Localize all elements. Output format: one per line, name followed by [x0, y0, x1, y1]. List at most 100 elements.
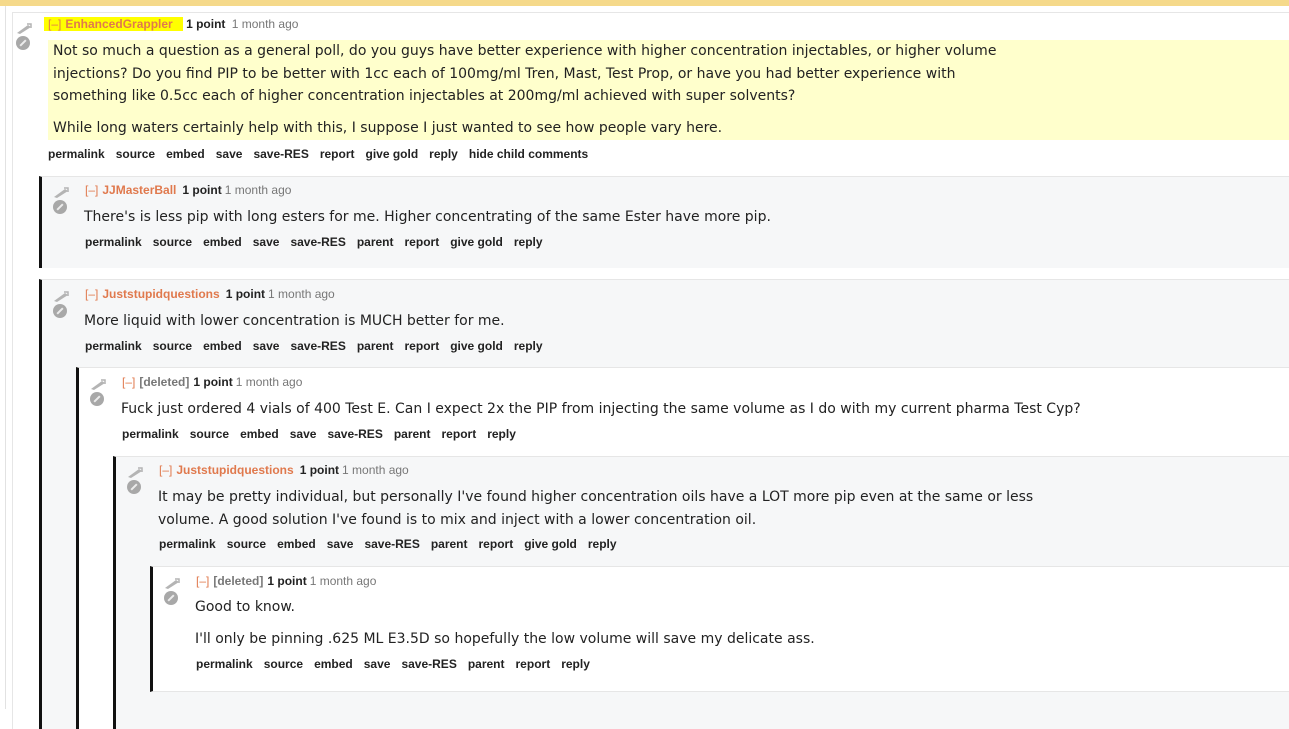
- comment-buttons: permalink source embed save save-RES parent re…: [122, 427, 527, 441]
- comment-body: Not so much a question as a general poll…: [48, 40, 1289, 140]
- upvote-icon[interactable]: [53, 187, 69, 198]
- save-button[interactable]: save: [216, 147, 243, 161]
- reply-button[interactable]: reply: [561, 657, 590, 671]
- comment-buttons: permalink source embed save save-RES parent re…: [196, 657, 601, 671]
- author-link[interactable]: Juststupidquestions: [102, 287, 219, 301]
- author-link[interactable]: Juststupidquestions: [176, 463, 293, 477]
- downvote-icon[interactable]: [16, 36, 30, 50]
- downvote-icon[interactable]: [164, 591, 178, 605]
- downvote-icon[interactable]: [127, 480, 141, 494]
- reply-button[interactable]: reply: [514, 235, 543, 249]
- comment-body: Fuck just ordered 4 vials of 400 Test E.…: [121, 398, 1171, 421]
- comment-paragraph: Not so much a question as a general poll…: [53, 43, 997, 104]
- reply-button[interactable]: reply: [429, 147, 458, 161]
- report-button[interactable]: report: [405, 339, 440, 353]
- save-button[interactable]: save: [253, 235, 280, 249]
- embed-button[interactable]: embed: [277, 537, 316, 551]
- permalink-button[interactable]: permalink: [159, 537, 216, 551]
- comment-score: 1 point: [299, 463, 340, 477]
- source-button[interactable]: source: [190, 427, 229, 441]
- collapse-toggle[interactable]: [–]: [159, 463, 172, 477]
- report-button[interactable]: report: [442, 427, 477, 441]
- save-res-button[interactable]: save-RES: [327, 427, 382, 441]
- comment-body: It may be pretty individual, but persona…: [158, 486, 1058, 531]
- page-frame-border: [5, 6, 6, 709]
- comment-paragraph: Fuck just ordered 4 vials of 400 Test E.…: [121, 401, 1081, 417]
- source-button[interactable]: source: [227, 537, 266, 551]
- comment-time: 1 month ago: [268, 287, 335, 301]
- parent-button[interactable]: parent: [357, 339, 394, 353]
- upvote-icon[interactable]: [164, 578, 180, 589]
- save-res-button[interactable]: save-RES: [290, 339, 345, 353]
- comment-time: 1 month ago: [235, 375, 303, 389]
- parent-button[interactable]: parent: [394, 427, 431, 441]
- reply-button[interactable]: reply: [588, 537, 617, 551]
- author-link[interactable]: JJMasterBall: [102, 183, 176, 197]
- save-button[interactable]: save: [253, 339, 280, 353]
- upvote-icon[interactable]: [16, 23, 32, 34]
- report-button[interactable]: report: [479, 537, 514, 551]
- upvote-icon[interactable]: [90, 379, 106, 390]
- report-button[interactable]: report: [516, 657, 551, 671]
- source-button[interactable]: source: [116, 147, 155, 161]
- report-button[interactable]: report: [320, 147, 355, 161]
- downvote-icon[interactable]: [53, 200, 67, 214]
- embed-button[interactable]: embed: [203, 339, 242, 353]
- comment-score: 1 point: [186, 17, 226, 31]
- report-button[interactable]: report: [405, 235, 440, 249]
- comment-score: 1 point: [193, 375, 233, 389]
- embed-button[interactable]: embed: [166, 147, 205, 161]
- comment-body: More liquid with lower concentration is …: [84, 310, 1084, 333]
- comment-time: 1 month ago: [224, 183, 292, 197]
- source-button[interactable]: source: [153, 235, 192, 249]
- give-gold-button[interactable]: give gold: [366, 147, 419, 161]
- give-gold-button[interactable]: give gold: [524, 537, 577, 551]
- collapse-toggle[interactable]: [–]: [122, 375, 135, 389]
- collapse-toggle[interactable]: [–]: [85, 287, 98, 301]
- parent-button[interactable]: parent: [431, 537, 468, 551]
- save-res-button[interactable]: save-RES: [253, 147, 308, 161]
- parent-button[interactable]: parent: [468, 657, 505, 671]
- comment-time: 1 month ago: [342, 463, 409, 477]
- give-gold-button[interactable]: give gold: [450, 339, 503, 353]
- embed-button[interactable]: embed: [240, 427, 279, 441]
- permalink-button[interactable]: permalink: [85, 235, 142, 249]
- reply-button[interactable]: reply: [487, 427, 516, 441]
- permalink-button[interactable]: permalink: [196, 657, 253, 671]
- upvote-icon[interactable]: [127, 467, 143, 478]
- save-res-button[interactable]: save-RES: [401, 657, 456, 671]
- comment-tagline: [–] JJMasterBall 1 point 1 month ago: [85, 183, 291, 197]
- upvote-icon[interactable]: [53, 291, 69, 302]
- downvote-icon[interactable]: [90, 392, 104, 406]
- comment-body: There's is less pip with long esters for…: [84, 206, 1084, 229]
- embed-button[interactable]: embed: [203, 235, 242, 249]
- save-button[interactable]: save: [327, 537, 354, 551]
- comment-time: 1 month ago: [231, 17, 299, 31]
- hide-child-comments-button[interactable]: hide child comments: [469, 147, 588, 161]
- save-button[interactable]: save: [364, 657, 391, 671]
- save-res-button[interactable]: save-RES: [290, 235, 345, 249]
- collapse-toggle[interactable]: [–]: [85, 183, 98, 197]
- comment-tagline: [–] [deleted] 1 point 1 month ago: [122, 375, 302, 389]
- reply-button[interactable]: reply: [514, 339, 543, 353]
- save-button[interactable]: save: [290, 427, 317, 441]
- op-highlight: [–] EnhancedGrappler: [44, 17, 183, 31]
- source-button[interactable]: source: [153, 339, 192, 353]
- author-link[interactable]: EnhancedGrappler: [65, 17, 172, 31]
- downvote-icon[interactable]: [53, 304, 67, 318]
- collapse-toggle[interactable]: [–]: [196, 574, 209, 588]
- embed-button[interactable]: embed: [314, 657, 353, 671]
- give-gold-button[interactable]: give gold: [450, 235, 503, 249]
- save-res-button[interactable]: save-RES: [364, 537, 419, 551]
- comment-tagline: [–] [deleted] 1 point 1 month ago: [196, 574, 376, 588]
- parent-button[interactable]: parent: [357, 235, 394, 249]
- permalink-button[interactable]: permalink: [85, 339, 142, 353]
- comment-paragraph: Good to know.: [195, 599, 295, 615]
- source-button[interactable]: source: [264, 657, 303, 671]
- collapse-toggle[interactable]: [–]: [48, 17, 61, 31]
- comment-paragraph: It may be pretty individual, but persona…: [158, 489, 1034, 528]
- author-deleted: [deleted]: [139, 375, 190, 389]
- vote-arrows: [53, 291, 73, 318]
- permalink-button[interactable]: permalink: [48, 147, 105, 161]
- permalink-button[interactable]: permalink: [122, 427, 179, 441]
